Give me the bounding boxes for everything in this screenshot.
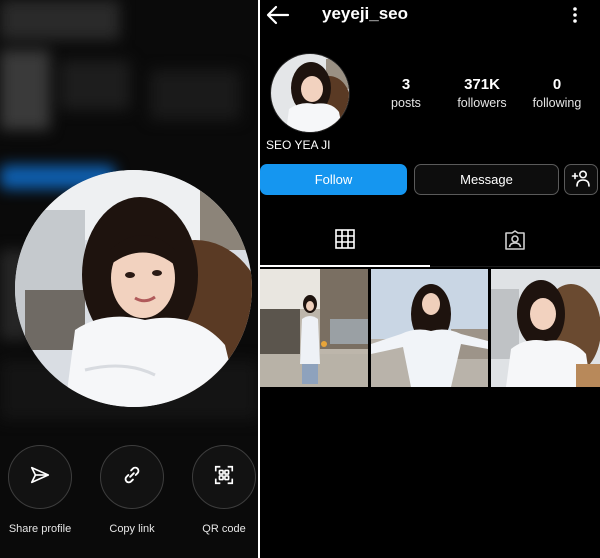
stat-following[interactable]: 0 following — [526, 76, 588, 110]
stat-posts[interactable]: 3 posts — [378, 76, 434, 110]
post-thumbnail-2[interactable] — [371, 269, 488, 387]
more-options-icon[interactable] — [570, 5, 580, 25]
profile-screen: yeyeji_seo 3 posts 371K followers 0 foll… — [260, 0, 600, 558]
message-button[interactable]: Message — [414, 164, 559, 195]
suggest-users-button[interactable] — [564, 164, 598, 195]
active-tab-indicator — [260, 265, 430, 267]
follow-button[interactable]: Follow — [260, 164, 407, 195]
back-arrow-icon[interactable] — [266, 4, 290, 26]
share-profile-button[interactable]: Share profile — [0, 445, 80, 535]
qr-code-label: QR code — [202, 523, 246, 535]
profile-username: yeyeji_seo — [322, 4, 409, 23]
profile-avatar[interactable] — [270, 53, 350, 133]
share-actions: Share profile Copy link QR code — [0, 445, 258, 545]
send-icon — [29, 464, 51, 491]
stat-following-label: following — [532, 96, 582, 110]
tagged-person-icon — [503, 228, 527, 257]
add-user-icon — [571, 169, 591, 190]
stat-followers-value: 371K — [464, 76, 500, 93]
tab-posts-grid[interactable] — [260, 228, 430, 266]
stat-followers[interactable]: 371K followers — [446, 76, 518, 110]
stat-followers-label: followers — [457, 96, 507, 110]
profile-photo-large — [15, 170, 252, 407]
share-sheet-panel: Share profile Copy link QR code — [0, 0, 258, 558]
post-thumbnail-3[interactable] — [491, 269, 600, 387]
copy-link-label: Copy link — [109, 523, 155, 535]
qr-code-icon — [213, 464, 235, 491]
copy-link-button[interactable]: Copy link — [92, 445, 172, 535]
stat-following-value: 0 — [552, 76, 562, 93]
grid-icon — [334, 228, 356, 255]
top-bar: yeyeji_seo — [260, 0, 600, 30]
link-icon — [121, 464, 143, 491]
profile-tabs — [260, 228, 600, 268]
stat-posts-value: 3 — [401, 76, 411, 93]
post-thumbnail-1[interactable] — [260, 269, 368, 387]
share-profile-label: Share profile — [8, 523, 72, 535]
profile-full-name: SEO YEA JI — [266, 138, 331, 152]
qr-code-button[interactable]: QR code — [184, 445, 258, 535]
stat-posts-label: posts — [391, 96, 421, 110]
posts-grid — [260, 269, 600, 387]
tab-tagged[interactable] — [430, 228, 600, 266]
